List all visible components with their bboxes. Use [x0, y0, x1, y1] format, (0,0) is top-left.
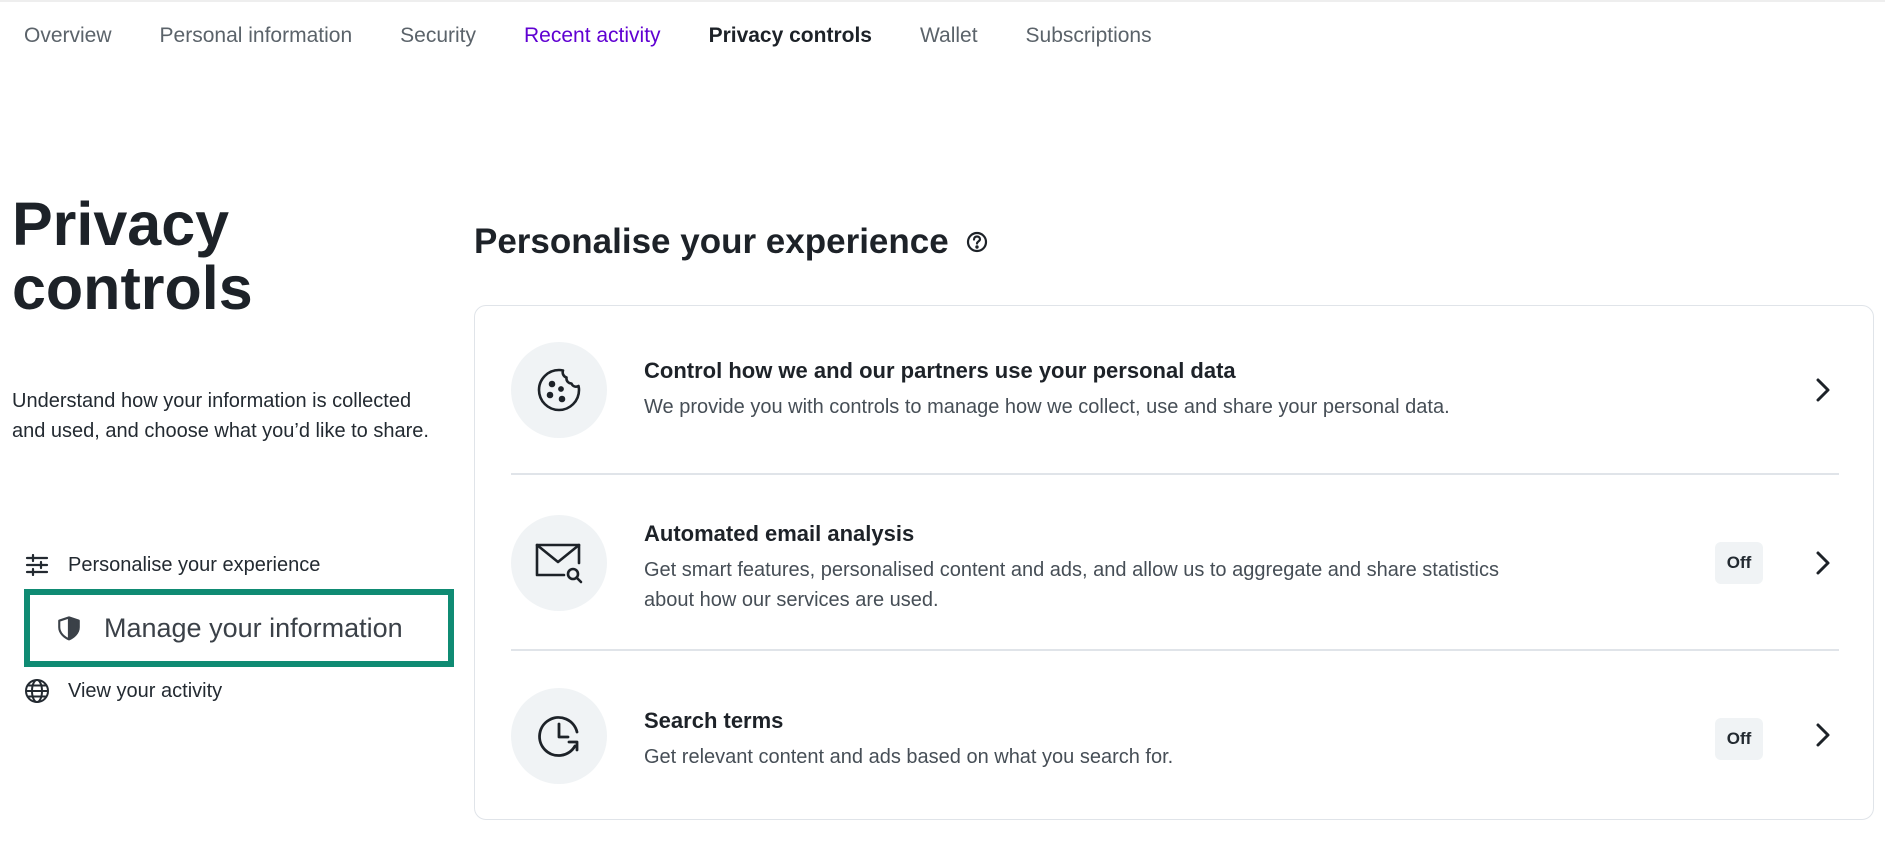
section-title: Personalise your experience: [474, 222, 989, 262]
help-circle-icon[interactable]: [965, 230, 989, 254]
globe-icon: [24, 678, 50, 704]
mail-search-icon: [511, 515, 607, 611]
tab-security[interactable]: Security: [400, 24, 476, 48]
top-nav: Overview Personal information Security R…: [24, 18, 1152, 54]
side-nav-label: Manage your information: [104, 612, 403, 643]
tab-personal-information[interactable]: Personal information: [160, 24, 353, 48]
setting-row-personal-data[interactable]: Control how we and our partners use your…: [511, 306, 1839, 475]
setting-description: Get relevant content and ads based on wh…: [644, 746, 1174, 768]
chevron-right-icon: [1811, 548, 1835, 578]
cookie-icon: [511, 342, 607, 438]
chevron-right-icon: [1811, 720, 1835, 750]
sliders-icon: [24, 552, 50, 578]
settings-card: Control how we and our partners use your…: [474, 305, 1874, 820]
tab-overview[interactable]: Overview: [24, 24, 112, 48]
status-badge: Off: [1715, 718, 1763, 760]
setting-title: Automated email analysis: [644, 521, 915, 546]
shield-icon: [56, 615, 82, 641]
top-border: [0, 0, 1885, 2]
section-title-text: Personalise your experience: [474, 222, 949, 261]
page-intro: Understand how your information is colle…: [12, 390, 429, 442]
tab-subscriptions[interactable]: Subscriptions: [1026, 24, 1152, 48]
side-nav-item-personalise[interactable]: Personalise your experience: [24, 545, 320, 585]
tab-privacy-controls[interactable]: Privacy controls: [709, 24, 872, 48]
setting-title: Control how we and our partners use your…: [644, 358, 1236, 383]
setting-description: Get smart features, personalised content…: [644, 559, 1499, 611]
setting-title: Search terms: [644, 708, 784, 733]
side-nav-label: Personalise your experience: [68, 553, 321, 576]
setting-row-search-terms[interactable]: Search terms Get relevant content and ad…: [511, 651, 1839, 821]
history-icon: [511, 688, 607, 784]
setting-description: We provide you with controls to manage h…: [644, 396, 1450, 418]
status-badge: Off: [1715, 542, 1763, 584]
chevron-right-icon: [1811, 375, 1835, 405]
setting-row-email-analysis[interactable]: Automated email analysis Get smart featu…: [511, 475, 1839, 651]
side-nav-label: View your activity: [68, 679, 223, 702]
tab-wallet[interactable]: Wallet: [920, 24, 978, 48]
page-title: Privacy controls: [12, 190, 253, 322]
side-nav-item-manage[interactable]: Manage your information: [24, 589, 454, 667]
side-nav-item-activity[interactable]: View your activity: [24, 671, 222, 711]
tab-recent-activity[interactable]: Recent activity: [524, 24, 661, 48]
